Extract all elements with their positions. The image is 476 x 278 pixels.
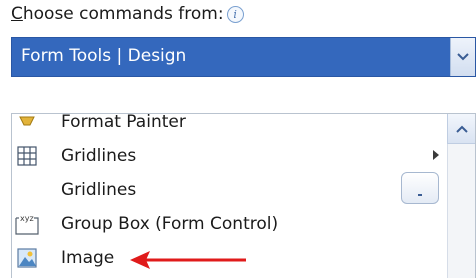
list-item-label: Gridlines	[61, 146, 137, 166]
list-item-gridlines[interactable]: Gridlines	[12, 139, 447, 173]
choose-commands-label-text: hoose commands from:	[22, 4, 224, 24]
dropdown-selected-value: Form Tools | Design	[21, 46, 187, 66]
scrollbar-track[interactable]	[447, 144, 475, 278]
red-arrow-annotation	[130, 251, 246, 269]
list-item-group-box[interactable]: xyz Group Box (Form Control)	[12, 207, 447, 241]
list-item-gridlines-gallery[interactable]: Gridlines	[12, 173, 447, 207]
choose-commands-label-access-key: C	[11, 4, 23, 24]
list-item-label: Image	[61, 248, 115, 268]
image-icon	[14, 245, 40, 271]
scroll-up-button[interactable]	[447, 114, 475, 144]
choose-commands-dropdown[interactable]: Form Tools | Design	[11, 37, 476, 77]
gridlines-icon	[14, 143, 40, 169]
svg-text:xyz: xyz	[20, 214, 34, 223]
list-item-label: Gridlines	[61, 180, 137, 200]
dropdown-toggle-button[interactable]	[450, 38, 475, 76]
list-item-label: Format Painter	[61, 113, 186, 132]
submenu-arrow-icon	[433, 150, 439, 160]
chevron-down-icon	[457, 53, 469, 61]
chevron-up-icon	[455, 125, 468, 133]
format-painter-icon	[14, 114, 40, 135]
group-box-icon: xyz	[14, 211, 40, 237]
customize-ribbon-panel: Choose commands from: i Form Tools | Des…	[0, 0, 476, 278]
list-item-format-painter[interactable]: Format Painter	[12, 113, 447, 139]
gallery-expand-icon	[418, 194, 422, 196]
list-item-label: Group Box (Form Control)	[61, 214, 279, 234]
gallery-dropdown-button[interactable]	[401, 172, 439, 204]
choose-commands-label: Choose commands from: i	[11, 4, 244, 24]
info-icon[interactable]: i	[226, 5, 244, 23]
